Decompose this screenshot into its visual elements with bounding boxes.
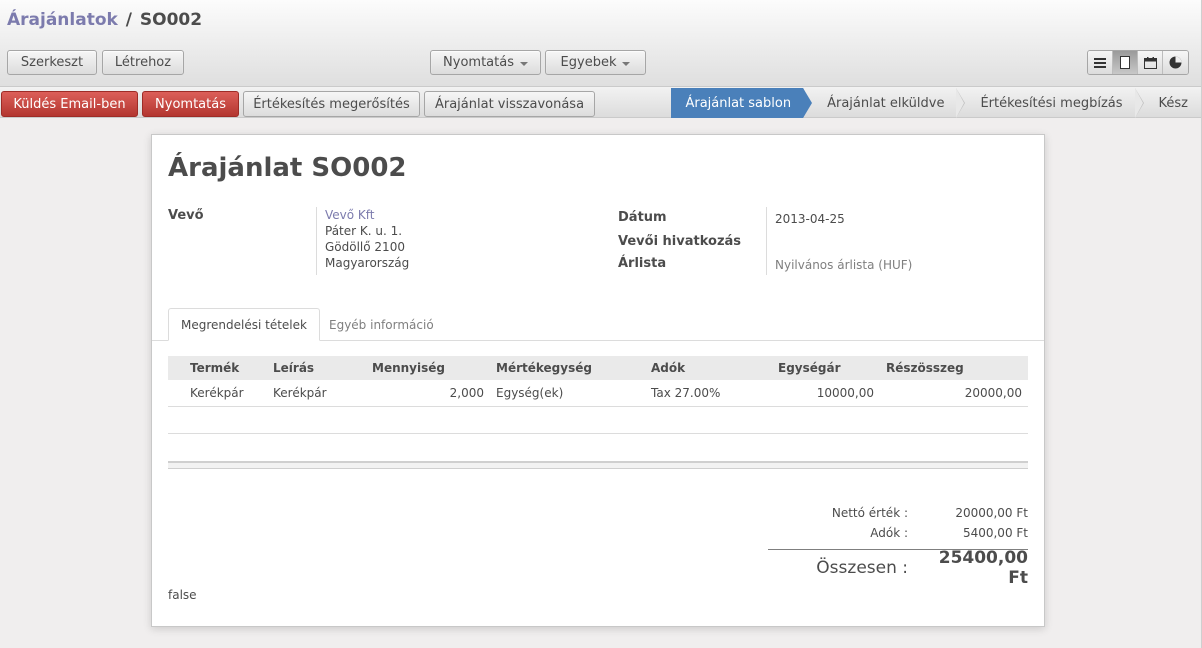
chevron-down-icon [622, 61, 631, 66]
page: Árajánlatok / SO002 Szerkeszt Létrehoz N… [0, 0, 1202, 648]
table-footer-divider [168, 461, 1028, 469]
column-header-taxes[interactable]: Adók [645, 356, 772, 380]
cancel-quotation-button[interactable]: Árajánlat visszavonása [424, 91, 595, 117]
cell-taxes: Tax 27.00% [645, 380, 772, 407]
list-icon [1094, 57, 1106, 68]
edit-button[interactable]: Szerkeszt [7, 50, 97, 75]
confirm-sale-button[interactable]: Értékesítés megerősítés [243, 91, 420, 117]
column-header-product[interactable]: Termék [168, 356, 267, 380]
tax-total-value: 5400,00 Ft [962, 526, 1028, 540]
action-bar: Küldés Email-ben Nyomtatás Értékesítés m… [0, 86, 1201, 118]
net-total-row: Nettó érték : 20000,00 Ft [768, 503, 1028, 523]
column-header-unit-price[interactable]: Egységár [772, 356, 880, 380]
note-text: false [168, 588, 197, 602]
order-info-field: 2013-04-25 Nyilvános árlista (HUF) [766, 207, 912, 275]
notebook-tabs: Megrendelési tételek Egyéb információ [152, 308, 1044, 341]
stage-quotation-sent[interactable]: Árajánlat elküldve [803, 88, 966, 118]
cell-subtotal: 20000,00 [880, 380, 1028, 407]
stage-done[interactable]: Kész [1135, 88, 1200, 118]
column-header-description[interactable]: Leírás [267, 356, 366, 380]
address-country: Magyarország [325, 256, 410, 270]
cell-uom: Egység(ek) [490, 380, 645, 407]
send-email-button[interactable]: Küldés Email-ben [1, 91, 138, 117]
create-button[interactable]: Létrehoz [102, 50, 184, 75]
stage-quotation-template[interactable]: Árajánlat sablon [671, 88, 812, 118]
customer-field: Vevő Kft Páter K. u. 1. Gödöllő 2100 Mag… [316, 207, 409, 275]
pricelist-value: Nyilvános árlista (HUF) [775, 258, 913, 272]
tax-total-row: Adók : 5400,00 Ft [768, 523, 1028, 543]
order-lines-table: Termék Leírás Mennyiség Mértékegység Adó… [168, 356, 1028, 434]
pie-chart-icon [1169, 56, 1182, 69]
table-row[interactable]: Kerékpár Kerékpár 2,000 Egység(ek) Tax 2… [168, 380, 1028, 407]
cell-quantity: 2,000 [366, 380, 490, 407]
status-bar: Árajánlat sablon Árajánlat elküldve Érté… [671, 88, 1200, 118]
cell-description: Kerékpár [267, 380, 366, 407]
column-header-uom[interactable]: Mértékegység [490, 356, 645, 380]
grand-total-value: 25400,00 Ft [938, 547, 1028, 588]
tab-other-info[interactable]: Egyéb információ [317, 308, 446, 341]
customer-label: Vevő [168, 208, 204, 223]
breadcrumb-current: SO002 [139, 10, 203, 30]
column-header-subtotal[interactable]: Részösszeg [880, 356, 1028, 380]
customer-name-link[interactable]: Vevő Kft [325, 207, 409, 223]
form-icon [1120, 56, 1130, 69]
view-switcher [1087, 50, 1189, 75]
print-button[interactable]: Nyomtatás [142, 91, 239, 117]
address-line-1: Páter K. u. 1. [325, 224, 403, 238]
form-view-button[interactable] [1113, 51, 1138, 74]
calendar-view-button[interactable] [1138, 51, 1163, 74]
customer-reference-value [775, 227, 912, 257]
header: Árajánlatok / SO002 Szerkeszt Létrehoz N… [0, 0, 1201, 88]
totals-panel: Nettó érték : 20000,00 Ft Adók : 5400,00… [768, 503, 1028, 588]
cell-unit-price: 10000,00 [772, 380, 880, 407]
table-header-row: Termék Leírás Mennyiség Mértékegység Adó… [168, 356, 1028, 380]
grand-total-label: Összesen : [816, 557, 908, 578]
breadcrumb-separator: / [125, 10, 132, 30]
net-total-value: 20000,00 Ft [955, 506, 1028, 520]
list-view-button[interactable] [1088, 51, 1113, 74]
more-dropdown-label: Egyebek [560, 55, 617, 70]
print-dropdown-button[interactable]: Nyomtatás [430, 50, 541, 75]
form-sheet: Árajánlat SO002 Vevő Vevő Kft Páter K. u… [151, 134, 1045, 627]
tax-total-label: Adók : [870, 526, 908, 540]
date-value: 2013-04-25 [775, 212, 845, 226]
pricelist-label: Árlista [618, 256, 667, 271]
breadcrumb: Árajánlatok / SO002 [7, 10, 202, 30]
page-title: Árajánlat SO002 [168, 153, 407, 183]
print-dropdown-label: Nyomtatás [443, 55, 514, 70]
address-line-2: Gödöllő 2100 [325, 240, 405, 254]
graph-view-button[interactable] [1163, 51, 1188, 74]
breadcrumb-parent-link[interactable]: Árajánlatok [7, 10, 118, 30]
column-header-quantity[interactable]: Mennyiség [366, 356, 490, 380]
tab-order-lines[interactable]: Megrendelési tételek [168, 308, 320, 341]
date-label: Dátum [618, 210, 667, 225]
chevron-down-icon [519, 61, 528, 66]
net-total-label: Nettó érték : [831, 506, 908, 520]
table-row-empty [168, 406, 1028, 434]
customer-reference-label: Vevői hivatkozás [618, 234, 742, 249]
more-dropdown-button[interactable]: Egyebek [545, 50, 646, 75]
empty-cell [168, 406, 1028, 434]
stage-sales-order[interactable]: Értékesítési megbízás [956, 88, 1144, 118]
grand-total-row: Összesen : 25400,00 Ft [768, 548, 1028, 588]
cell-product: Kerékpár [168, 380, 267, 407]
calendar-icon [1143, 56, 1157, 69]
